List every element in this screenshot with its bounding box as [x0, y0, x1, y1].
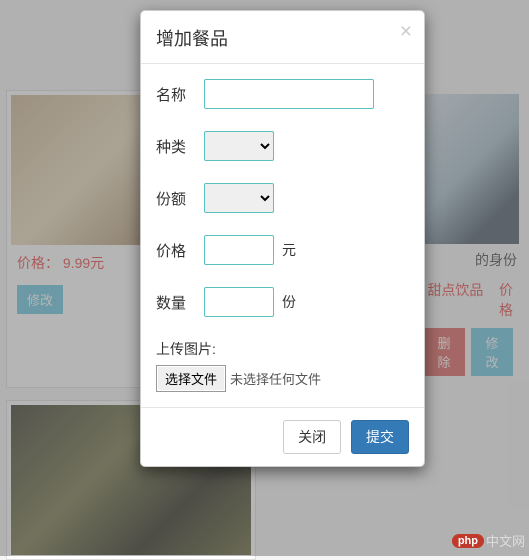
modal-header: 增加餐品 × [141, 11, 424, 64]
close-button[interactable]: 关闭 [283, 420, 341, 454]
name-label: 名称 [156, 84, 204, 105]
watermark-badge: php [452, 534, 484, 548]
price-input[interactable] [204, 235, 274, 265]
portion-label: 份额 [156, 188, 204, 209]
price-unit: 元 [282, 240, 296, 260]
qty-input[interactable] [204, 287, 274, 317]
category-label: 种类 [156, 136, 204, 157]
qty-unit: 份 [282, 292, 296, 312]
name-input[interactable] [204, 79, 374, 109]
submit-button[interactable]: 提交 [351, 420, 409, 454]
close-icon[interactable]: × [400, 21, 412, 42]
portion-select[interactable] [204, 183, 274, 213]
file-status: 未选择任何文件 [230, 369, 321, 388]
modal-body: 名称 种类 份额 价格 元 数量 份 上传图片: 选择文件 未选择任何文件 [141, 64, 424, 392]
add-dish-modal: 增加餐品 × 名称 种类 份额 价格 元 数量 份 上传图片: [140, 10, 425, 467]
price-label: 价格 [156, 240, 204, 261]
choose-file-button[interactable]: 选择文件 [156, 365, 226, 392]
watermark-text: 中文网 [486, 531, 525, 550]
upload-label: 上传图片: [156, 339, 409, 359]
modal-footer: 关闭 提交 [141, 407, 424, 466]
category-select[interactable] [204, 131, 274, 161]
qty-label: 数量 [156, 292, 204, 313]
modal-title: 增加餐品 [156, 29, 228, 49]
watermark: php 中文网 [452, 531, 525, 550]
